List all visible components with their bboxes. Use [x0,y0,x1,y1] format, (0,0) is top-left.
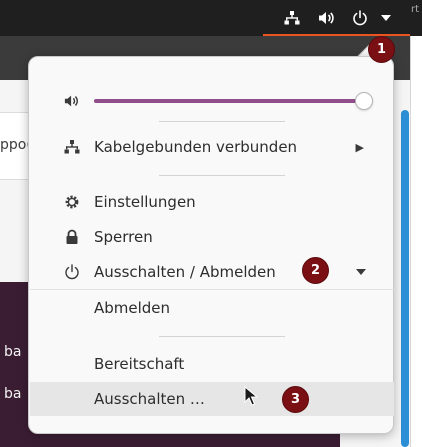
network-label: Kabelgebunden verbunden [94,138,298,156]
lock-label: Sperren [94,228,153,246]
active-indicator [263,34,410,36]
settings-item[interactable]: Einstellungen [30,185,394,219]
network-wired-icon [62,137,82,157]
chevron-right-icon: ▶ [355,140,364,154]
power-icon[interactable] [349,8,371,28]
network-item[interactable]: Kabelgebunden verbunden ▶ [30,130,394,164]
lock-icon [62,227,82,247]
scrollbar[interactable] [401,110,409,447]
logout-label: Abmelden [94,299,171,317]
volume-icon[interactable] [316,8,338,28]
settings-label: Einstellungen [94,193,196,211]
mouse-cursor-icon [244,386,258,406]
power-off-label: Ausschalten … [94,390,205,408]
suspend-label: Bereitschaft [94,355,185,373]
logout-item[interactable]: Abmelden [30,291,394,325]
gear-icon [62,192,82,212]
chevron-down-icon [356,266,366,279]
system-tray[interactable] [263,0,410,36]
slider-knob[interactable] [355,92,373,110]
system-menu: Kabelgebunden verbunden ▶ Einstellungen … [28,56,394,434]
background-text: rt [411,4,420,15]
background-row: ppo( [0,112,32,180]
power-item[interactable]: Ausschalten / Abmelden [30,255,394,289]
slider-fill [94,99,364,103]
separator [159,336,285,337]
network-wired-icon[interactable] [281,8,303,28]
callout-badge-3: 3 [282,386,309,413]
power-label: Ausschalten / Abmelden [94,263,276,281]
menu-arrow-icon[interactable] [376,8,396,28]
callout-badge-1: 1 [368,36,395,63]
submenu-top-border [30,289,394,290]
background-side-window: rt [410,4,422,447]
background-text: ba [4,386,22,402]
suspend-item[interactable]: Bereitschaft [30,347,394,381]
volume-icon [62,91,82,111]
callout-badge-2: 2 [302,257,329,284]
lock-item[interactable]: Sperren [30,220,394,254]
background-text: ba [4,344,22,360]
power-icon [62,262,82,282]
separator [159,175,285,176]
separator [159,121,285,122]
power-off-item[interactable]: Ausschalten … [30,382,394,416]
volume-slider[interactable] [94,91,373,111]
